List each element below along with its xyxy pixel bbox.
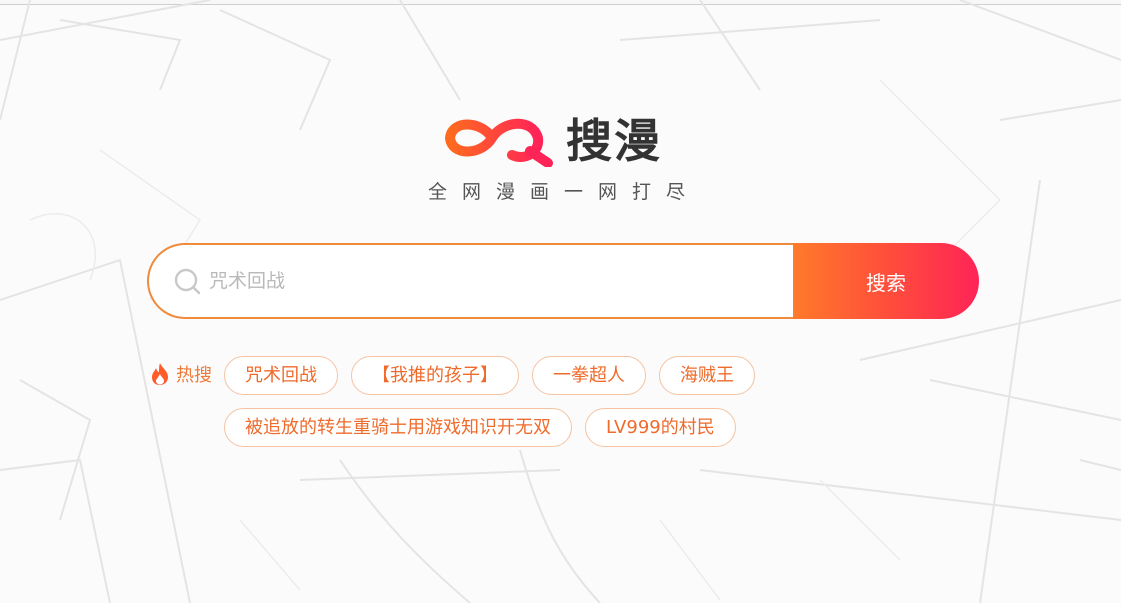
slogan: 全网漫画一网打尽 xyxy=(428,181,701,203)
hot-tag[interactable]: 海贼王 xyxy=(659,356,755,395)
search-icon xyxy=(174,268,201,295)
fire-icon xyxy=(152,363,168,385)
hot-search-tags: 咒术回战 【我推的孩子】 一拳超人 海贼王 被追放的转生重骑士用游戏知识开无双 … xyxy=(224,356,784,447)
hot-tag[interactable]: 被追放的转生重骑士用游戏知识开无双 xyxy=(224,408,572,447)
hot-search-label: 热搜 xyxy=(150,362,212,386)
search-input[interactable] xyxy=(209,270,769,292)
hot-tag[interactable]: LV999的村民 xyxy=(585,408,736,447)
hot-search-text: 热搜 xyxy=(176,365,212,386)
search-bar: 搜索 xyxy=(147,243,979,319)
search-button[interactable]: 搜索 xyxy=(793,243,979,319)
hot-tag[interactable]: 一拳超人 xyxy=(532,356,646,395)
logo[interactable]: 搜漫 xyxy=(444,108,662,168)
hot-tag[interactable]: 咒术回战 xyxy=(224,356,338,395)
search-field-wrapper[interactable] xyxy=(147,243,793,319)
hot-tag[interactable]: 【我推的孩子】 xyxy=(351,356,519,395)
brand-name: 搜漫 xyxy=(566,114,662,168)
page: 搜漫 全网漫画一网打尽 搜索 热搜 咒术回战 【我推的孩子】 一拳超人 海贼王 … xyxy=(0,0,1121,603)
infinity-search-logo-icon xyxy=(444,118,553,167)
